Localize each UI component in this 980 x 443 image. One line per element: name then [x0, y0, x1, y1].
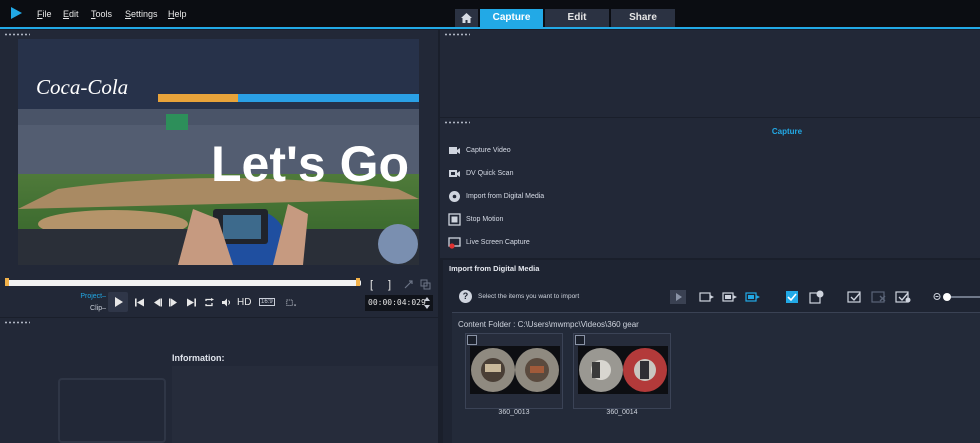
previous-frame-icon[interactable]	[152, 297, 163, 308]
panel-grip[interactable]	[444, 121, 470, 124]
thumbnail-checkbox[interactable]	[575, 335, 585, 345]
repeat-icon[interactable]	[204, 297, 215, 308]
import-digital-media-label: Import from Digital Media	[466, 193, 545, 200]
menu-edit[interactable]: Edit	[63, 9, 79, 19]
app-logo-icon[interactable]	[9, 6, 23, 20]
dv-quick-scan-label: DV Quick Scan	[466, 170, 514, 177]
content-folder-path: Content Folder : C:\Users\mwmpc\Videos\3…	[458, 320, 639, 329]
thumbnail-image	[578, 346, 668, 394]
tab-capture[interactable]: Capture	[480, 9, 543, 27]
thumbnail-zoom-slider[interactable]	[933, 290, 980, 304]
capture-video-label: Capture Video	[466, 147, 511, 154]
import-to-library-icon[interactable]	[722, 290, 738, 304]
select-all-icon[interactable]	[784, 290, 800, 304]
play-button[interactable]	[108, 292, 128, 312]
go-to-start-icon[interactable]	[134, 297, 145, 308]
player-panel: Coca-Cola Let's Go [ ] Project– Clip– HD	[0, 30, 438, 317]
hd-preview-toggle[interactable]: HD	[237, 297, 251, 308]
check-items-icon[interactable]	[847, 290, 863, 304]
play-preview-icon[interactable]	[670, 290, 686, 304]
next-frame-icon[interactable]	[168, 297, 179, 308]
videostudio-watermark	[58, 378, 166, 443]
import-digital-media-panel: Import from Digital Media ? Select the i…	[443, 260, 980, 443]
import-title: Import from Digital Media	[449, 264, 540, 273]
import-instruction: Select the items you want to import	[478, 293, 580, 300]
volume-icon[interactable]	[221, 297, 232, 308]
dv-scan-icon	[449, 170, 460, 177]
menu-settings[interactable]: Settings	[125, 9, 158, 19]
options-panel	[440, 30, 980, 117]
information-box	[172, 366, 438, 443]
project-mode-toggle[interactable]: Project–	[78, 293, 106, 300]
panel-grip[interactable]	[4, 321, 30, 324]
disc-icon	[449, 191, 460, 202]
timecode-spinner-icon[interactable]	[423, 296, 431, 310]
tab-edit[interactable]: Edit	[545, 9, 609, 27]
video-camera-icon	[449, 147, 460, 154]
tab-home[interactable]	[455, 9, 478, 27]
help-icon[interactable]: ?	[459, 290, 472, 303]
menu-help[interactable]: Help	[168, 9, 187, 19]
live-screen-capture-label: Live Screen Capture	[466, 239, 530, 246]
stop-motion-icon	[448, 213, 461, 226]
crop-tool-icon[interactable]	[286, 298, 297, 309]
menu-tools[interactable]: Tools	[91, 9, 112, 19]
video-overlay-text: Let's Go	[211, 136, 409, 192]
media-thumbnail[interactable]	[573, 333, 671, 409]
capture-title: Capture	[771, 127, 803, 136]
trim-handle-start[interactable]	[5, 278, 9, 286]
media-thumbnail[interactable]	[465, 333, 563, 409]
home-icon	[461, 13, 472, 23]
video-frame: Coca-Cola Let's Go	[18, 39, 419, 265]
library-panel: Information:	[0, 318, 438, 443]
capture-panel: Capture Capture Video DV Quick Scan Impo…	[440, 118, 980, 258]
video-preview: Coca-Cola Let's Go	[18, 39, 419, 265]
go-to-end-icon[interactable]	[186, 297, 197, 308]
svg-text:Coca-Cola: Coca-Cola	[36, 75, 128, 99]
thumbnail-image	[470, 346, 560, 394]
stop-motion-label: Stop Motion	[466, 216, 504, 223]
mark-out-button[interactable]: ]	[388, 279, 391, 291]
enlarge-preview-icon[interactable]	[420, 279, 431, 290]
menu-file[interactable]: File	[37, 9, 52, 19]
scrubber-bar[interactable]	[6, 280, 361, 286]
panel-grip[interactable]	[4, 33, 30, 36]
play-icon	[115, 297, 123, 307]
thumbnail-label: 360_0013	[498, 409, 530, 416]
information-label: Information:	[172, 353, 225, 363]
import-clip-icon[interactable]	[699, 290, 715, 304]
clip-mode-toggle[interactable]: Clip–	[78, 305, 106, 312]
split-clip-icon[interactable]	[403, 279, 414, 290]
screen-record-icon	[448, 237, 461, 249]
trim-handle-end[interactable]	[356, 278, 360, 286]
panel-grip[interactable]	[444, 33, 470, 36]
thumbnail-checkbox[interactable]	[467, 335, 477, 345]
invert-selection-icon[interactable]	[895, 290, 911, 304]
menu-bar: File Edit Tools Settings Help Capture Ed…	[0, 0, 980, 28]
mark-in-button[interactable]: [	[370, 279, 373, 291]
thumbnail-label: 360_0014	[606, 409, 638, 416]
tab-share[interactable]: Share	[611, 9, 675, 27]
uncheck-items-icon[interactable]	[871, 290, 887, 304]
header-accent-line	[0, 27, 980, 29]
select-group-icon[interactable]	[809, 290, 825, 304]
aspect-ratio-select[interactable]: 16:9	[259, 298, 275, 306]
import-settings-icon[interactable]	[745, 290, 761, 304]
